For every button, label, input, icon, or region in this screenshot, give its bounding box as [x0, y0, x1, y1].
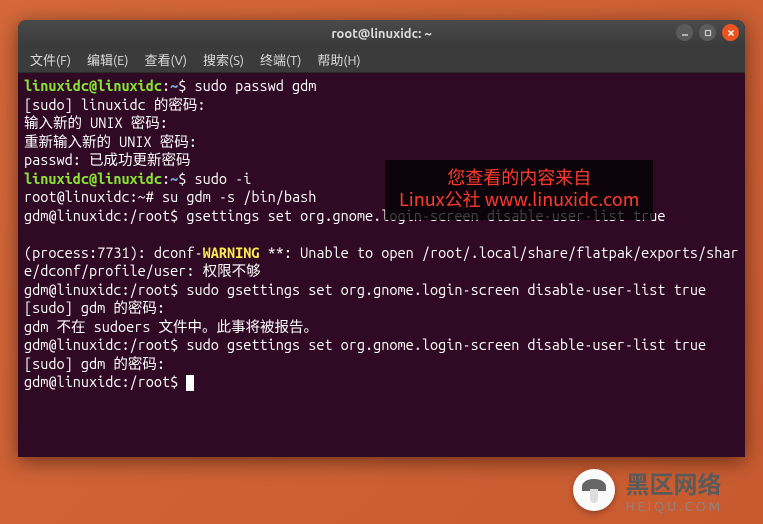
- terminal-line: [sudo] linuxidc 的密码:: [24, 96, 214, 113]
- terminal-line: passwd: 已成功更新密码: [24, 151, 190, 168]
- terminal-line: root@linuxidc:~# su gdm -s /bin/bash: [24, 188, 316, 205]
- logo-en: HEIQU.COM: [625, 500, 723, 514]
- terminal-line: gdm@linuxidc:/root$: [24, 373, 186, 390]
- terminal-window: root@linuxidc: ~ 文件(F) 编辑(E) 查看(V) 搜索(S)…: [18, 20, 745, 457]
- prompt-user: linuxidc@linuxidc: [24, 77, 162, 94]
- logo-text: 黑区网络 HEIQU.COM: [625, 465, 723, 514]
- menu-edit[interactable]: 编辑(E): [79, 47, 136, 72]
- menu-search[interactable]: 搜索(S): [195, 47, 252, 72]
- terminal-line: gdm@linuxidc:/root$ gsettings set org.gn…: [24, 207, 665, 224]
- terminal-line: 重新输入新的 UNIX 密码:: [24, 133, 205, 150]
- footer-logo: 黑区网络 HEIQU.COM: [573, 465, 723, 514]
- terminal-line: gdm@linuxidc:/root$ sudo gsettings set o…: [24, 281, 706, 298]
- terminal-line: $ sudo passwd gdm: [178, 77, 316, 94]
- minimize-button[interactable]: [676, 24, 693, 41]
- terminal-line: 输入新的 UNIX 密码:: [24, 114, 176, 131]
- terminal-line: (process:7731): dconf-: [24, 244, 203, 261]
- terminal-area[interactable]: linuxidc@linuxidc:~$ sudo passwd gdm [su…: [18, 73, 745, 457]
- terminal-line: [sudo] gdm 的密码:: [24, 355, 173, 372]
- terminal-line: $ sudo -i: [178, 170, 251, 187]
- menu-view[interactable]: 查看(V): [137, 47, 195, 72]
- terminal-line: gdm@linuxidc:/root$ sudo gsettings set o…: [24, 336, 706, 353]
- menu-file[interactable]: 文件(F): [22, 47, 79, 72]
- mushroom-icon: [573, 469, 615, 511]
- cursor-icon: [186, 375, 194, 391]
- maximize-button[interactable]: [699, 24, 716, 41]
- menubar: 文件(F) 编辑(E) 查看(V) 搜索(S) 终端(T) 帮助(H): [18, 47, 745, 73]
- terminal-line: gdm 不在 sudoers 文件中。此事将被报告。: [24, 318, 318, 335]
- titlebar[interactable]: root@linuxidc: ~: [18, 20, 745, 47]
- window-controls: [676, 24, 739, 41]
- warning-label: WARNING: [203, 244, 260, 261]
- logo-cn: 黑区网络: [625, 465, 723, 500]
- terminal-line: [sudo] gdm 的密码:: [24, 299, 173, 316]
- prompt-user: linuxidc@linuxidc: [24, 170, 162, 187]
- menu-terminal[interactable]: 终端(T): [252, 47, 309, 72]
- menu-help[interactable]: 帮助(H): [309, 47, 368, 72]
- window-title: root@linuxidc: ~: [331, 27, 431, 41]
- close-button[interactable]: [722, 24, 739, 41]
